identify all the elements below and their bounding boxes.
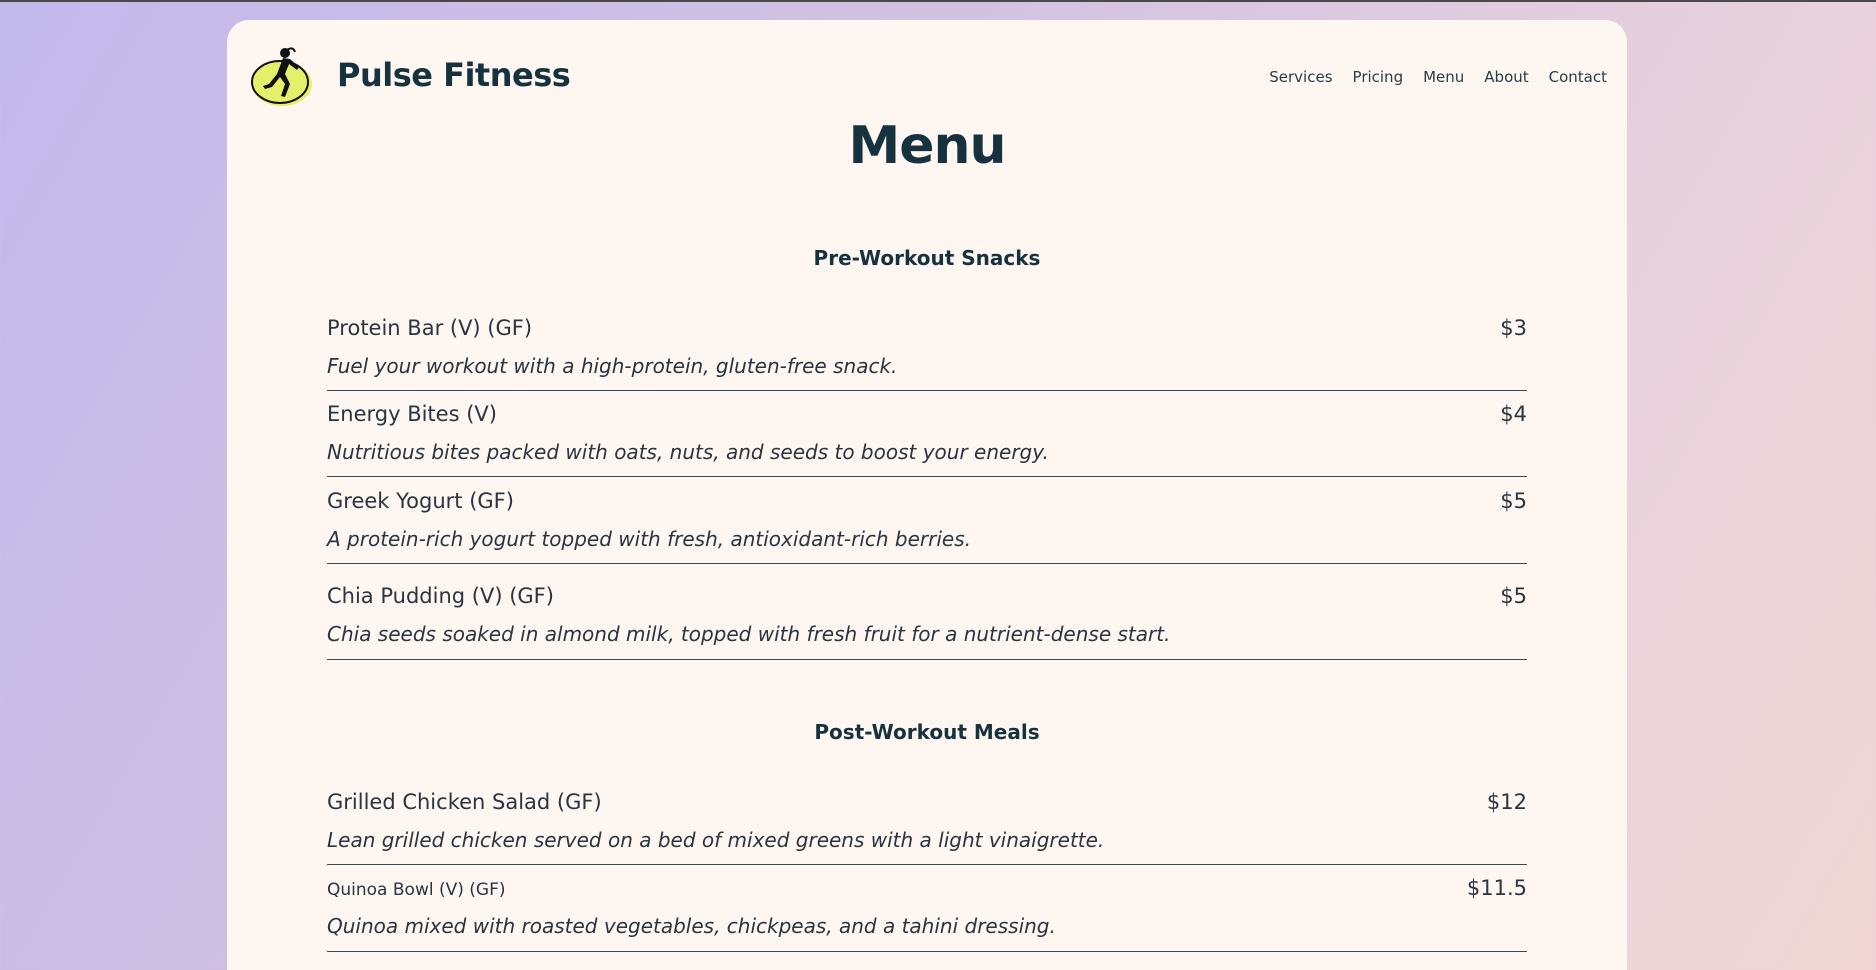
menu-item-price: $12	[1486, 790, 1527, 814]
brand-name[interactable]: Pulse Fitness	[337, 56, 571, 94]
menu-item: Chia Pudding (V) (GF) $5 Chia seeds soak…	[327, 584, 1527, 660]
menu-item: Greek Yogurt (GF) $5 A protein-rich yogu…	[327, 489, 1527, 564]
nav-menu[interactable]: Menu	[1423, 68, 1464, 86]
menu-item-price: $5	[1500, 584, 1527, 608]
nav-services[interactable]: Services	[1269, 68, 1332, 86]
page-card: Pulse Fitness Services Pricing Menu Abou…	[227, 20, 1627, 970]
menu-item-price: $5	[1500, 489, 1527, 513]
runner-logo-icon[interactable]	[247, 44, 313, 110]
nav-about[interactable]: About	[1484, 68, 1528, 86]
main-nav: Services Pricing Menu About Contact	[1269, 68, 1607, 86]
menu-item-description: Lean grilled chicken served on a bed of …	[327, 828, 1105, 852]
menu-item-description: Quinoa mixed with roasted vegetables, ch…	[327, 914, 1056, 938]
menu-item: Grilled Chicken Salad (GF) $12 Lean gril…	[327, 790, 1527, 865]
menu-item-name: Chia Pudding (V) (GF)	[327, 584, 554, 608]
menu-item-name: Greek Yogurt (GF)	[327, 489, 514, 513]
menu-item: Protein Bar (V) (GF) $3 Fuel your workou…	[327, 316, 1527, 391]
menu-item-name: Quinoa Bowl (V) (GF)	[327, 880, 506, 900]
menu-item-name: Protein Bar (V) (GF)	[327, 316, 533, 340]
menu-item-description: Fuel your workout with a high-protein, g…	[327, 354, 898, 378]
menu-item-description: Chia seeds soaked in almond milk, topped…	[327, 622, 1171, 646]
menu-item-name: Energy Bites (V)	[327, 402, 497, 426]
menu-item-price: $4	[1500, 402, 1527, 426]
section-heading-post-workout: Post-Workout Meals	[814, 720, 1040, 744]
section-heading-pre-workout: Pre-Workout Snacks	[813, 246, 1041, 270]
menu-item: Energy Bites (V) $4 Nutritious bites pac…	[327, 402, 1527, 477]
menu-item-name: Grilled Chicken Salad (GF)	[327, 790, 602, 814]
nav-contact[interactable]: Contact	[1549, 68, 1607, 86]
site-header: Pulse Fitness Services Pricing Menu Abou…	[227, 20, 1627, 120]
menu-item-price: $11.5	[1466, 876, 1527, 900]
page-title: Menu	[848, 116, 1006, 176]
menu-item-description: Nutritious bites packed with oats, nuts,…	[327, 440, 1049, 464]
menu-item: Quinoa Bowl (V) (GF) $11.5 Quinoa mixed …	[327, 876, 1527, 952]
menu-item-price: $3	[1500, 316, 1527, 340]
nav-pricing[interactable]: Pricing	[1353, 68, 1404, 86]
menu-item-description: A protein-rich yogurt topped with fresh,…	[327, 527, 971, 551]
